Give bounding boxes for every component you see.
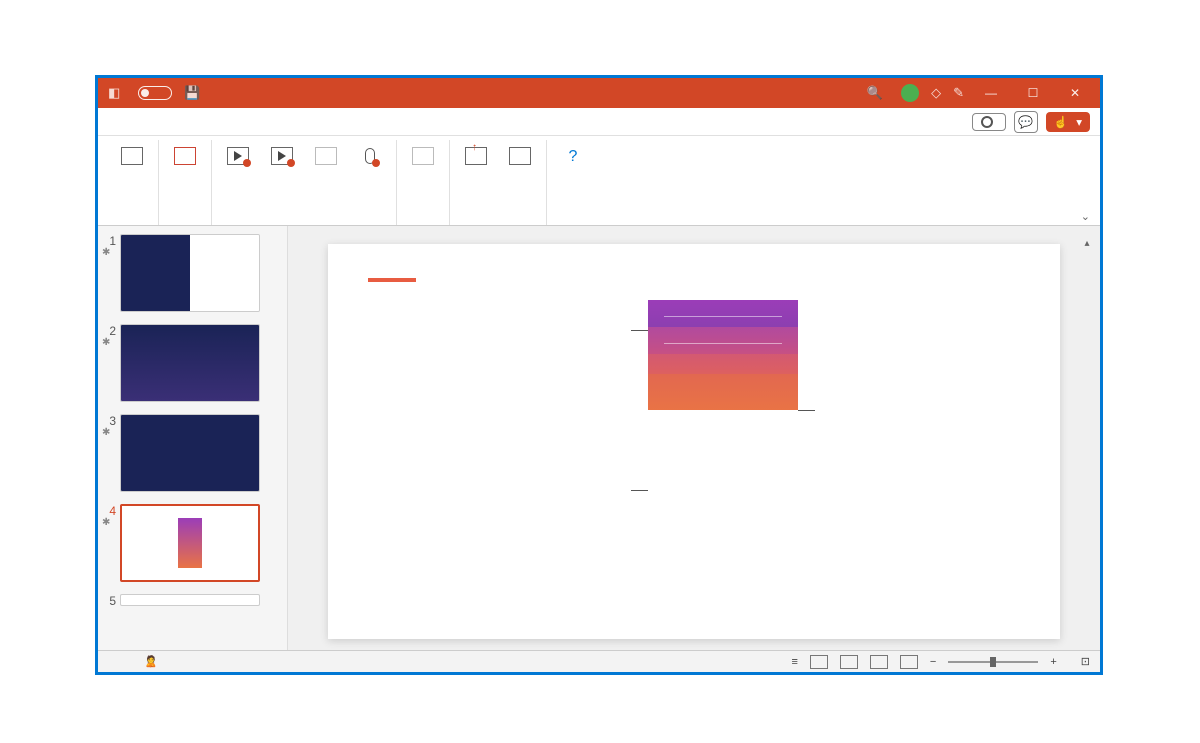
status-bar: 🙎 ≡ − + ⊡ — [98, 650, 1100, 672]
animation-icon: ✱ — [102, 338, 116, 348]
slide-thumbnail[interactable] — [120, 414, 260, 492]
close-button[interactable]: ✕ — [1060, 86, 1090, 100]
from-beginning-button[interactable] — [216, 140, 260, 221]
cameo-button[interactable] — [163, 140, 207, 221]
zoom-in-icon[interactable]: + — [1050, 656, 1056, 668]
from-current-button[interactable] — [260, 140, 304, 221]
normal-view-icon[interactable] — [810, 655, 828, 669]
export-video-button[interactable] — [498, 140, 542, 221]
save-as-show-button[interactable]: ↑ — [454, 140, 498, 221]
share-button[interactable]: ☝ ▾ — [1046, 112, 1090, 132]
group-label — [163, 221, 207, 225]
thumb-number: 2 — [102, 324, 116, 338]
tam-segment — [648, 327, 798, 354]
diamond-icon[interactable]: ◇ — [931, 85, 941, 101]
learn-more-button[interactable]: ? — [551, 140, 595, 221]
save-icon[interactable]: 💾 — [184, 85, 200, 101]
slideshow-view-icon[interactable] — [900, 655, 918, 669]
group-label — [551, 221, 595, 225]
scroll-up-icon[interactable]: ▴ — [1080, 238, 1094, 249]
clear-recording-button — [401, 140, 445, 221]
preview-icon — [121, 147, 143, 165]
slide-thumbnail[interactable] — [120, 504, 260, 582]
screen-recording-button — [304, 140, 348, 221]
slide-thumbnail[interactable] — [120, 594, 260, 606]
ribbon-group-export: ↑ — [450, 140, 547, 225]
thumb-number: 1 — [102, 234, 116, 248]
help-icon: ? — [562, 147, 584, 165]
toggle-icon[interactable] — [138, 86, 172, 100]
ribbon-group-help: ? — [547, 140, 599, 225]
tam-stack — [648, 300, 798, 410]
record-button[interactable] — [972, 113, 1006, 131]
connector-line — [631, 490, 648, 491]
save-show-icon: ↑ — [465, 147, 487, 165]
slide-thumbnail[interactable] — [120, 234, 260, 312]
accessibility-status[interactable]: 🙎 — [144, 655, 158, 668]
slide-thumbnail[interactable] — [120, 324, 260, 402]
audio-button[interactable] — [348, 140, 392, 221]
title-underline — [368, 278, 416, 282]
autosave-toggle[interactable] — [132, 86, 172, 100]
collapse-ribbon-icon[interactable]: ⌄ — [1081, 210, 1090, 223]
group-label — [110, 221, 154, 225]
play-icon — [227, 147, 249, 165]
search-icon[interactable]: 🔍 — [867, 85, 883, 101]
cameo-icon — [174, 147, 196, 165]
ribbon-group-camera — [159, 140, 212, 225]
zoom-out-icon[interactable]: − — [930, 656, 936, 668]
title-bar: ◧ 💾 🔍 ◇ ✎ — ☐ ✕ — [98, 78, 1100, 108]
group-label — [216, 221, 392, 225]
reading-view-icon[interactable] — [870, 655, 888, 669]
ribbon-group-record — [212, 140, 397, 225]
powerpoint-icon: ◧ — [108, 85, 120, 101]
connector-line — [631, 330, 648, 331]
tam-segment — [648, 354, 798, 374]
clear-icon — [412, 147, 434, 165]
thumb-number: 5 — [102, 594, 116, 608]
ribbon-group-edit — [397, 140, 450, 225]
connector-line — [798, 410, 815, 411]
tam-segment — [648, 374, 798, 410]
thumb-number: 4 — [102, 504, 116, 518]
slide[interactable] — [328, 244, 1060, 639]
ribbon-tabs: 💬 ☝ ▾ — [98, 108, 1100, 136]
thumbnail-panel[interactable]: 1✱ 2✱ 3✱ 4✱ 5 — [98, 226, 288, 652]
ribbon-group-preview — [106, 140, 159, 225]
group-label — [454, 221, 542, 225]
user-account[interactable] — [895, 84, 919, 102]
comments-button[interactable]: 💬 — [1014, 111, 1038, 133]
video-icon — [509, 147, 531, 165]
tam-segment — [648, 300, 798, 327]
vertical-scrollbar[interactable]: ▴ — [1080, 238, 1094, 644]
mic-icon — [365, 148, 375, 164]
avatar — [901, 84, 919, 102]
animation-icon: ✱ — [102, 518, 116, 528]
minimize-button[interactable]: — — [976, 86, 1006, 100]
slide-canvas[interactable] — [288, 226, 1100, 652]
zoom-slider[interactable] — [948, 661, 1038, 663]
brush-icon[interactable]: ✎ — [953, 85, 964, 101]
fit-icon[interactable]: ⊡ — [1081, 655, 1090, 668]
ribbon: ↑ ? ⌄ — [98, 136, 1100, 226]
tam-diagram — [368, 300, 1020, 600]
preview-button[interactable] — [110, 140, 154, 221]
group-label — [401, 221, 445, 225]
notes-button[interactable]: ≡ — [791, 656, 797, 668]
thumb-number: 3 — [102, 414, 116, 428]
screen-icon — [315, 147, 337, 165]
sorter-view-icon[interactable] — [840, 655, 858, 669]
animation-icon: ✱ — [102, 248, 116, 258]
animation-icon: ✱ — [102, 428, 116, 438]
maximize-button[interactable]: ☐ — [1018, 86, 1048, 100]
play-icon — [271, 147, 293, 165]
main-area: 1✱ 2✱ 3✱ 4✱ 5 — [98, 226, 1100, 652]
